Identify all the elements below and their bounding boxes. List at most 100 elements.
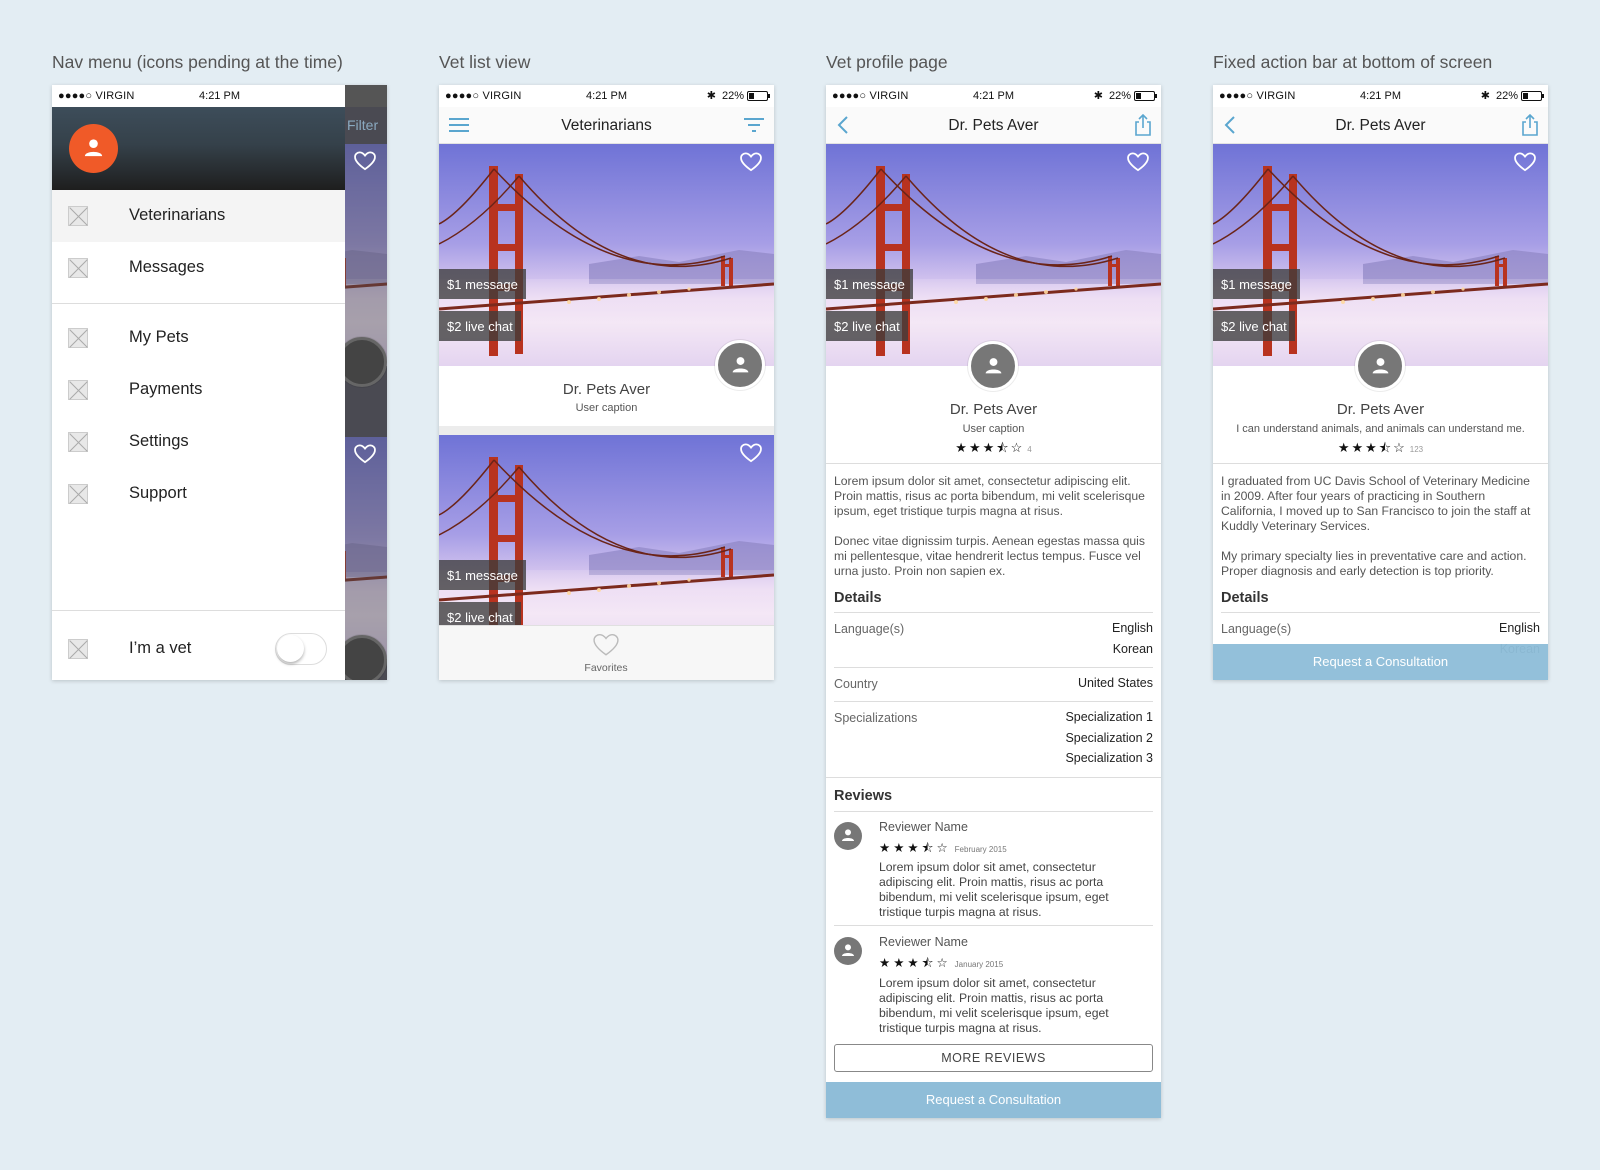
person-icon (1370, 355, 1391, 376)
avatar (1355, 341, 1405, 391)
profile-photo: $1 message $2 live chat (826, 144, 1161, 366)
price-tag-chat: $2 live chat (439, 602, 521, 625)
heart-icon[interactable] (740, 152, 762, 172)
caption-nav-menu: Nav menu (icons pending at the time) (52, 52, 343, 72)
vet-caption: I can understand animals, and animals ca… (1236, 423, 1525, 435)
bio-paragraph: I graduated from UC Davis School of Vete… (1221, 474, 1531, 533)
divider (52, 303, 345, 304)
star-icons: ★★★⯪☆ (1337, 440, 1407, 455)
menu-item-label: Support (129, 484, 187, 502)
vet-toggle-switch[interactable] (275, 633, 327, 665)
menu-item-label: Veterinarians (129, 206, 226, 224)
reviewer-name: Reviewer Name (879, 935, 968, 949)
specialization-item: Specialization 1 (1065, 710, 1153, 724)
vet-card[interactable]: $1 message $2 live chat (439, 435, 774, 625)
vet-name: Dr. Pets Aver (1336, 401, 1425, 418)
placeholder-x-icon (68, 484, 88, 504)
tab-label: Favorites (584, 662, 628, 674)
price-tag-chat: $2 live chat (826, 311, 908, 341)
review-rating: ★★★⯪☆ January 2015 (879, 954, 1003, 975)
request-consultation-button[interactable]: Request a Consultation (1213, 644, 1548, 680)
toggle-knob (277, 635, 304, 662)
battery-percent: 22% (1495, 90, 1518, 102)
divider (1221, 612, 1540, 613)
vet-card[interactable]: $1 message $2 live chat Dr. Pets Aver Us… (439, 144, 774, 435)
menu-item-support[interactable]: Support (52, 468, 345, 520)
menu-item-payments[interactable]: Payments (52, 364, 345, 416)
nav-bar: Veterinarians (439, 107, 774, 144)
menu-item-veterinarians[interactable]: Veterinarians (52, 190, 345, 242)
languages-value: English Korean (1112, 618, 1153, 659)
price-tag-message: $1 message (439, 560, 526, 590)
bio-paragraph: Donec vitae dignissim turpis. Aenean ege… (834, 534, 1145, 578)
share-icon[interactable] (1518, 114, 1542, 136)
nav-bar: Dr. Pets Aver (826, 107, 1161, 144)
card-divider (439, 426, 774, 435)
specializations-label: Specializations (834, 711, 918, 725)
menu-item-settings[interactable]: Settings (52, 416, 345, 468)
tab-favorites[interactable]: Favorites (566, 630, 646, 678)
reviewer-name: Reviewer Name (879, 820, 968, 834)
person-icon (840, 827, 856, 843)
reviewer-avatar (834, 822, 862, 850)
caption-fixed-bar: Fixed action bar at bottom of screen (1213, 52, 1493, 72)
placeholder-x-icon (68, 432, 88, 452)
share-icon[interactable] (1131, 114, 1155, 136)
placeholder-x-icon (68, 328, 88, 348)
price-tag-message: $1 message (1213, 269, 1300, 299)
menu-item-label: My Pets (129, 328, 189, 346)
language-item: English (1112, 621, 1153, 635)
details-heading: Details (1221, 590, 1269, 606)
avatar (968, 341, 1018, 391)
price-tag-message: $1 message (439, 269, 526, 299)
more-reviews-button[interactable]: MORE REVIEWS (834, 1044, 1153, 1072)
language-item: English (1499, 621, 1540, 635)
vet-card-photo: $1 message $2 live chat (439, 435, 774, 625)
underlying-list-peek: Filter (345, 107, 387, 680)
divider (1213, 463, 1548, 464)
person-icon (983, 355, 1004, 376)
heart-icon[interactable] (740, 443, 762, 463)
user-avatar[interactable] (69, 124, 118, 173)
bio-paragraph: My primary specialty lies in preventativ… (1221, 549, 1527, 578)
menu-item-my-pets[interactable]: My Pets (52, 312, 345, 364)
vet-card-photo: $1 message $2 live chat (439, 144, 774, 366)
heart-icon (354, 444, 376, 464)
review-date: February 2015 (954, 845, 1007, 854)
menu-item-messages[interactable]: Messages (52, 242, 345, 294)
battery-icon (1134, 91, 1157, 101)
heart-icon[interactable] (1514, 152, 1536, 172)
vet-caption: User caption (575, 402, 638, 414)
bio-paragraph: Lorem ipsum dolor sit amet, consectetur … (834, 474, 1145, 518)
page-title: Veterinarians (561, 117, 652, 134)
status-bar: ●●●●○ VIRGIN 4:21 PM ✱ 22% (1213, 85, 1548, 107)
drawer-header (52, 107, 345, 190)
divider (834, 612, 1153, 613)
divider (826, 463, 1161, 464)
status-bar: ●●●●○ VIRGIN 4:21 PM ✱ 22% (826, 85, 1161, 107)
menu-item-label: Messages (129, 258, 205, 276)
divider (834, 811, 1153, 812)
rating-stars: ★★★⯪☆ 123 (1213, 439, 1548, 461)
vet-toggle-label: I’m a vet (129, 639, 192, 657)
caption-vet-profile: Vet profile page (826, 52, 948, 72)
specializations-value: Specialization 1 Specialization 2 Specia… (1065, 707, 1153, 769)
caption-vet-list: Vet list view (439, 52, 531, 72)
star-icons: ★★★⯪☆ (879, 956, 951, 970)
star-icons: ★★★⯪☆ (879, 841, 951, 855)
filter-link[interactable]: Filter (347, 117, 378, 133)
filter-icon[interactable] (742, 114, 766, 136)
price-tag-chat: $2 live chat (1213, 311, 1295, 341)
request-consultation-button[interactable]: Request a Consultation (826, 1082, 1161, 1118)
avatar (345, 337, 387, 387)
review-text: Lorem ipsum dolor sit amet, consectetur … (879, 976, 1109, 1035)
menu-item-label: Settings (129, 432, 189, 450)
profile-photo: $1 message $2 live chat (1213, 144, 1548, 366)
nav-bar: Dr. Pets Aver (1213, 107, 1548, 144)
reviews-heading: Reviews (834, 788, 893, 804)
vet-name: Dr. Pets Aver (562, 381, 651, 398)
specialization-item: Specialization 2 (1065, 730, 1153, 745)
person-icon (730, 354, 751, 375)
heart-icon[interactable] (1127, 152, 1149, 172)
heart-icon (354, 151, 376, 171)
